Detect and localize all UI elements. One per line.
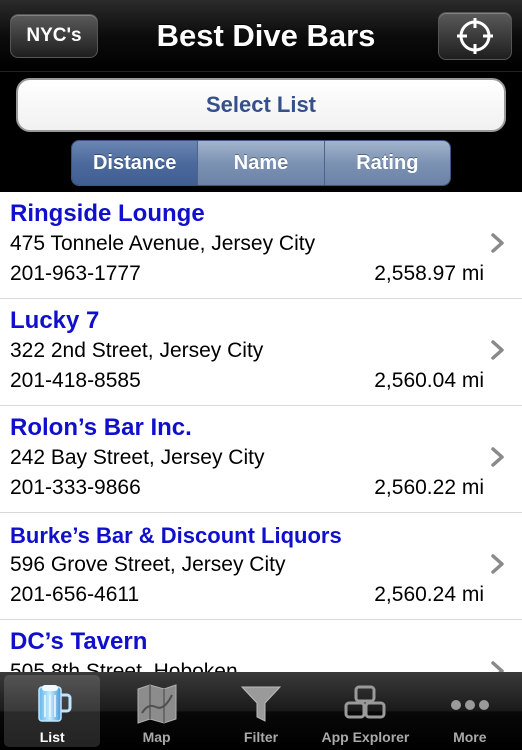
tab-more[interactable]: More [418,672,522,750]
bar-name: DC’s Tavern [10,628,148,655]
chevron-right-icon [491,447,504,467]
list-item[interactable]: Burke’s Bar & Discount Liquors 596 Grove… [0,513,522,620]
tab-list[interactable]: List [0,672,104,750]
bar-name: Lucky 7 [10,307,100,334]
tab-label: Filter [243,729,279,745]
beer-mug-icon [38,685,72,722]
chevron-right-icon [491,554,504,574]
nyc-back-button[interactable]: NYC's [10,14,98,58]
chevron-right-icon [491,340,504,360]
bar-address: 322 2nd Street, Jersey City [10,339,264,362]
tab-label: List [39,729,65,745]
bar-distance: 2,560.22 mi [374,476,484,499]
bar-distance: 2,560.24 mi [374,583,484,606]
bar-address: 505 8th Street, Hoboken [10,660,238,672]
funnel-icon [240,686,282,722]
segment-name[interactable]: Name [198,141,325,185]
bar-list[interactable]: Ringside Lounge 475 Tonnele Avenue, Jers… [0,192,522,672]
navigation-bar: NYC's Best Dive Bars [0,0,522,72]
tab-label: App Explorer [321,729,410,745]
tab-label: More [453,729,487,745]
tab-filter[interactable]: Filter [209,672,313,750]
map-icon [137,684,177,724]
segment-rating[interactable]: Rating [324,141,450,185]
bar-phone: 201-333-9866 [10,476,141,499]
app-explorer-icon [344,685,386,719]
segment-distance[interactable]: Distance [72,141,199,185]
bar-phone: 201-418-8585 [10,369,141,392]
bar-name: Burke’s Bar & Discount Liquors [10,523,342,548]
list-item[interactable]: DC’s Tavern 505 8th Street, Hoboken [0,620,522,672]
select-list-button[interactable]: Select List [16,78,506,132]
chevron-right-icon [491,661,504,672]
bar-phone: 201-656-4611 [10,583,140,606]
tab-app-explorer[interactable]: App Explorer [313,672,417,750]
bar-address: 475 Tonnele Avenue, Jersey City [10,232,316,255]
tab-bar: List Map Filter App Explorer More [0,672,522,750]
list-item[interactable]: Lucky 7 322 2nd Street, Jersey City 201-… [0,299,522,406]
bar-address: 242 Bay Street, Jersey City [10,446,265,469]
bar-distance: 2,558.97 mi [374,262,484,285]
locate-button[interactable] [438,12,512,60]
sort-segmented-control: Distance Name Rating [71,140,451,186]
bar-phone: 201-963-1777 [10,262,141,285]
list-controls: Select List Distance Name Rating [0,72,522,192]
list-item[interactable]: Ringside Lounge 475 Tonnele Avenue, Jers… [0,192,522,299]
bar-name: Ringside Lounge [10,200,205,227]
tab-map[interactable]: Map [104,672,208,750]
chevron-right-icon [491,233,504,253]
more-dots-icon [450,700,489,710]
page-title: Best Dive Bars [156,18,376,53]
list-item[interactable]: Rolon’s Bar Inc. 242 Bay Street, Jersey … [0,406,522,513]
bar-name: Rolon’s Bar Inc. [10,414,192,441]
crosshair-icon [457,18,493,54]
bar-address: 596 Grove Street, Jersey City [10,553,286,576]
tab-label: Map [142,729,171,745]
bar-distance: 2,560.04 mi [374,369,484,392]
